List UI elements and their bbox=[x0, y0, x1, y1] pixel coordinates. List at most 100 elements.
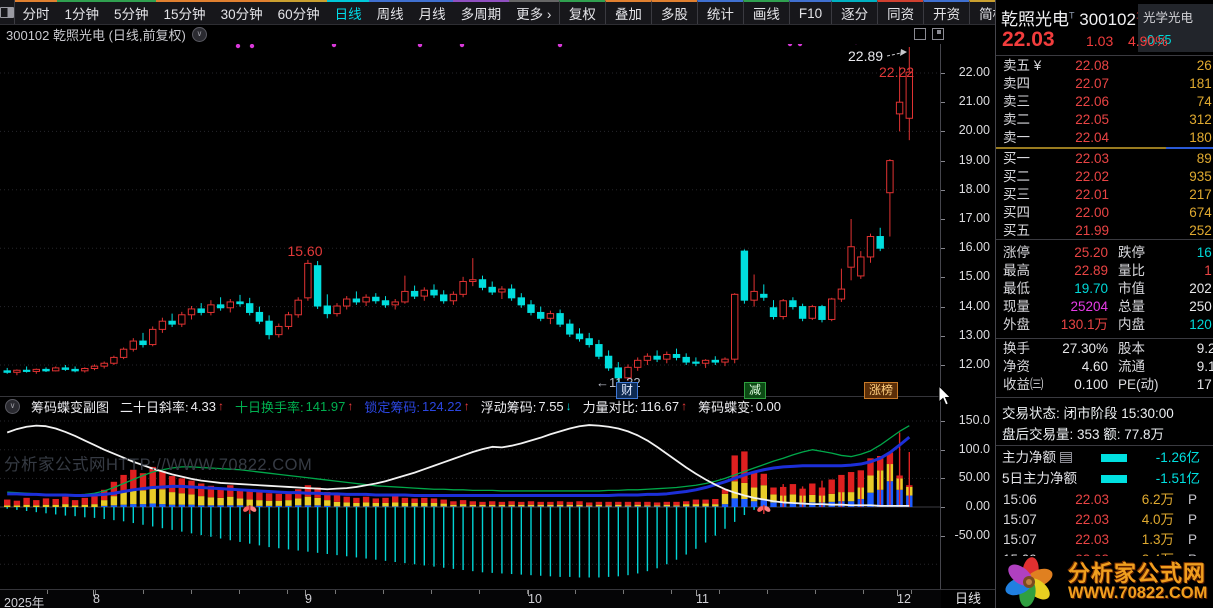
menu-item-复权[interactable]: 复权 bbox=[558, 0, 605, 24]
timeline-minor-tick bbox=[623, 590, 624, 594]
indicator-axis-label: 100.0 bbox=[958, 441, 990, 456]
queue-row-sell[interactable]: 卖四 22.07 181.0 bbox=[996, 75, 1213, 93]
period-label[interactable]: 日线 bbox=[940, 589, 995, 608]
stat-label: 换手 bbox=[1003, 341, 1030, 356]
indicator-field-十日换手率: 十日换手率: 141.97 ↑ bbox=[235, 397, 353, 415]
menu-item-更多 ›[interactable]: 更多 › bbox=[508, 0, 559, 24]
indicator-header: ∨ 筹码蝶变副图 二十日斜率: 4.33 ↑ 十日换手率: 141.97 ↑ 锁定筹码: 124… bbox=[0, 396, 941, 415]
menu-item-周线[interactable]: 周线 bbox=[369, 0, 412, 24]
indicator-field-浮动筹码: 浮动筹码: 7.55 ↓ bbox=[480, 397, 572, 415]
up-arrow-icon: ↑ bbox=[217, 399, 224, 413]
panel-layout-icon[interactable] bbox=[932, 28, 944, 40]
indicator-field-value: 4.33 bbox=[190, 398, 216, 414]
menu-item-5分钟[interactable]: 5分钟 bbox=[106, 0, 157, 24]
timeline-minor-tick bbox=[383, 590, 384, 594]
menu-item-叠加[interactable]: 叠加 bbox=[604, 0, 651, 24]
menu-item-1分钟[interactable]: 1分钟 bbox=[57, 0, 107, 24]
axis-tick bbox=[941, 160, 945, 162]
axis-tick bbox=[941, 335, 945, 337]
menu-item-简框[interactable]: 简框 bbox=[969, 0, 995, 24]
queue-label: 买四 bbox=[1003, 205, 1030, 220]
queue-row-buy[interactable]: 买一 22.03 89.7 bbox=[996, 150, 1213, 168]
stat-row: 换手 27.30% 股本 9.20 bbox=[996, 340, 1213, 358]
queue-row-buy[interactable]: 买五 21.99 252.2 bbox=[996, 222, 1213, 240]
queue-row-sell[interactable]: 卖一 22.04 180.5 bbox=[996, 129, 1213, 147]
candlestick-chart[interactable]: 22.8922.2215.60←11.32 bbox=[0, 44, 941, 396]
chart-title-bar: 300102 乾照光电 (日线,前复权) ∨ bbox=[0, 24, 947, 44]
tick-row[interactable]: 15:07 22.03 1.3万 P bbox=[996, 530, 1213, 550]
timeline-minor-tick bbox=[239, 590, 240, 594]
queue-row-sell[interactable]: 卖五 ¥ 22.08 26.3 bbox=[996, 57, 1213, 75]
trading-app-window: 分时 1分钟 5分钟 15分钟 30分钟 60分钟 日线 周线 月线 多周期 更多 › 复权 叠加 多股… bbox=[0, 0, 1213, 608]
indicator-field-label: 筹码蝶变: bbox=[698, 399, 754, 415]
panel-toggle-icon[interactable] bbox=[0, 0, 15, 24]
queue-divider bbox=[996, 147, 1213, 149]
chevron-down-icon[interactable]: ∨ bbox=[191, 26, 207, 42]
queue-label: 卖四 bbox=[1003, 76, 1030, 91]
expand-icon[interactable] bbox=[914, 28, 926, 40]
queue-volume: 312.7 bbox=[1189, 112, 1213, 127]
indicator-chart[interactable] bbox=[0, 415, 941, 589]
stat-value: 25.20 bbox=[1074, 245, 1108, 260]
price-change: 1.03 bbox=[1086, 33, 1114, 49]
menu-item-分时[interactable]: 分时 bbox=[15, 0, 57, 24]
axis-tick bbox=[941, 449, 945, 451]
stat-label: 现量 bbox=[1003, 299, 1030, 314]
timeline-minor-tick bbox=[719, 590, 720, 594]
stat-label: 流通 bbox=[1118, 359, 1145, 374]
stat-label: 净资 bbox=[1003, 359, 1030, 374]
collapse-indicator-icon[interactable]: ∨ bbox=[5, 398, 20, 414]
menu-item-F10[interactable]: F10 bbox=[788, 0, 832, 24]
quote-sidebar: 乾照光电T 3001021000 光学光电 -0.55 22.03 1.03 4… bbox=[995, 0, 1213, 608]
timeline-tick bbox=[93, 590, 94, 596]
queue-price: 22.06 bbox=[1075, 94, 1109, 109]
price-axis-label: 16.00 bbox=[958, 240, 990, 255]
event-marker-涨榜[interactable]: 涨榜 bbox=[864, 382, 898, 399]
menu-item-日线[interactable]: 日线 bbox=[327, 0, 370, 24]
list-icon[interactable] bbox=[1060, 452, 1072, 463]
queue-row-sell[interactable]: 卖三 22.06 74.8 bbox=[996, 93, 1213, 111]
queue-label: 买二 bbox=[1003, 169, 1030, 184]
menu-item-60分钟[interactable]: 60分钟 bbox=[270, 0, 328, 24]
stock-name: 乾照光电 bbox=[1001, 10, 1069, 29]
queue-row-sell[interactable]: 卖二 22.05 312.7 bbox=[996, 111, 1213, 129]
indicator-field-label: 浮动筹码: bbox=[480, 399, 537, 415]
menu-item-多周期[interactable]: 多周期 bbox=[453, 0, 509, 24]
tick-price: 22.03 bbox=[1075, 492, 1109, 507]
menu-item-同资[interactable]: 同资 bbox=[877, 0, 924, 24]
tick-row[interactable]: 15:07 22.03 4.0万 P bbox=[996, 510, 1213, 530]
queue-volume: 674.7 bbox=[1189, 205, 1213, 220]
indicator-axis-label: -50.00 bbox=[954, 527, 990, 542]
tick-volume: 4.0万 bbox=[1141, 512, 1174, 527]
price-axis: 22.00 21.00 20.00 19.00 18.00 17.00 16.00 15.00… bbox=[940, 44, 995, 589]
queue-price: 22.07 bbox=[1075, 76, 1109, 91]
stat-label: 收益㈢ bbox=[1003, 377, 1044, 392]
menu-item-逐分[interactable]: 逐分 bbox=[831, 0, 878, 24]
tick-time: 15:07 bbox=[1003, 512, 1037, 527]
tick-row[interactable]: 15:06 22.03 6.2万 P bbox=[996, 490, 1213, 510]
stat-value: 9.16 bbox=[1196, 359, 1213, 374]
queue-row-buy[interactable]: 买三 22.01 217.0 bbox=[996, 186, 1213, 204]
timeline-minor-tick bbox=[335, 590, 336, 594]
stat-value: 4.60 bbox=[1081, 359, 1108, 374]
timeline-minor-tick bbox=[479, 590, 480, 594]
menu-item-30分钟[interactable]: 30分钟 bbox=[213, 0, 271, 24]
watermark-site-url: WWW.70822.COM bbox=[1068, 584, 1208, 602]
menu-item-统计[interactable]: 统计 bbox=[696, 0, 743, 24]
menu-item-15分钟[interactable]: 15分钟 bbox=[156, 0, 214, 24]
flow-row: 主力净额 -1.26亿 bbox=[996, 447, 1213, 468]
axis-tick bbox=[941, 365, 945, 366]
stat-label: 市值 bbox=[1118, 281, 1145, 296]
axis-tick bbox=[941, 131, 945, 133]
queue-label: 买三 bbox=[1003, 187, 1030, 202]
menu-item-多股[interactable]: 多股 bbox=[650, 0, 697, 24]
queue-row-buy[interactable]: 买二 22.02 935.9 bbox=[996, 168, 1213, 186]
menu-item-开资[interactable]: 开资 bbox=[923, 0, 970, 24]
menu-item-画线[interactable]: 画线 bbox=[742, 0, 789, 24]
tick-price: 22.03 bbox=[1075, 512, 1109, 527]
event-marker-财[interactable]: 财 bbox=[616, 382, 638, 399]
axis-tick bbox=[941, 306, 945, 308]
menu-item-月线[interactable]: 月线 bbox=[411, 0, 454, 24]
queue-row-buy[interactable]: 买四 22.00 674.7 bbox=[996, 204, 1213, 222]
event-marker-减[interactable]: 减 bbox=[744, 382, 766, 399]
